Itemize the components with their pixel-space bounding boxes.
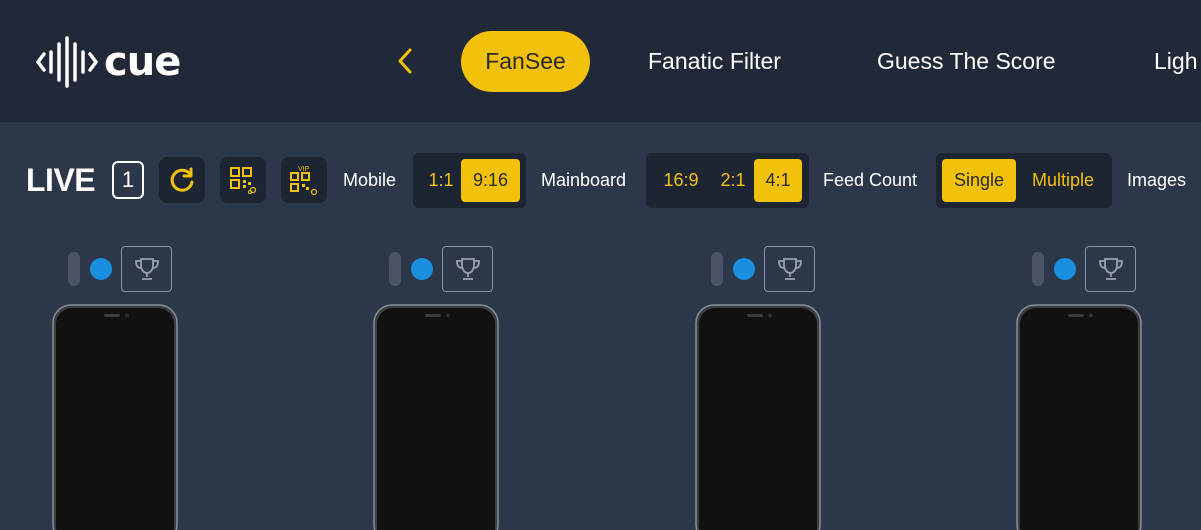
device-preview [1016,246,1201,530]
mobile-ratio-9-16[interactable]: 9:16 [461,159,520,202]
trophy-button[interactable] [764,246,815,292]
nav-back-button[interactable] [390,46,420,76]
feed-count-label: Feed Count [823,170,918,190]
device-toggle[interactable] [1032,252,1044,286]
mobile-label: Mobile [343,170,397,190]
qr-code-button[interactable] [220,157,266,203]
mainboard-ratio-4-1[interactable]: 4:1 [754,159,802,202]
mainboard-ratio-selector: 16:9 2:1 4:1 [646,153,809,208]
live-label: LIVE [26,162,96,198]
device-toggle[interactable] [389,252,401,286]
feed-count-multiple[interactable]: Multiple [1020,159,1106,202]
device-preview [52,246,248,530]
phone-screen [1016,304,1142,530]
qr-code-icon [230,167,257,194]
refresh-button[interactable] [159,157,205,203]
images-label: Images [1127,170,1187,190]
tab-guess-the-score[interactable]: Guess The Score [877,31,1056,92]
trophy-icon [134,258,159,280]
phone-screen [52,304,178,530]
vip-qr-code-button[interactable]: VIP [281,157,327,203]
brand-name: cue [104,39,181,85]
refresh-icon [170,167,194,192]
tab-light[interactable]: Ligh [1154,31,1197,92]
status-dot-icon [411,258,433,280]
control-toolbar: LIVE 1 VIP Mobile 1:1 9:16 Mainboard 16:… [0,152,1201,210]
device-toggle[interactable] [711,252,723,286]
mobile-ratio-selector: 1:1 9:16 [413,153,526,208]
device-preview [373,246,569,530]
device-preview [695,246,891,530]
trophy-icon [455,258,480,280]
mainboard-label: Mainboard [541,170,627,190]
tab-fanatic-filter[interactable]: Fanatic Filter [648,31,781,92]
status-dot-icon [90,258,112,280]
cue-logo-icon [36,36,98,88]
trophy-button[interactable] [121,246,172,292]
tab-fansee[interactable]: FanSee [461,31,590,92]
phone-screen [373,304,499,530]
live-count-badge: 1 [112,161,144,199]
mainboard-ratio-16-9[interactable]: 16:9 [654,159,708,202]
status-dot-icon [1054,258,1076,280]
svg-text:VIP: VIP [298,166,310,173]
mobile-ratio-1-1[interactable]: 1:1 [419,159,463,202]
trophy-icon [777,258,802,280]
trophy-button[interactable] [442,246,493,292]
top-header: cue FanSee Fanatic Filter Guess The Scor… [0,0,1201,122]
trophy-button[interactable] [1085,246,1136,292]
vip-qr-code-icon: VIP [290,166,318,196]
mainboard-ratio-2-1[interactable]: 2:1 [712,159,754,202]
feed-count-selector: Single Multiple [936,153,1112,208]
device-toggle[interactable] [68,252,80,286]
status-dot-icon [733,258,755,280]
trophy-icon [1098,258,1123,280]
brand-logo[interactable]: cue [36,36,181,88]
chevron-left-icon [398,48,412,74]
feed-count-single[interactable]: Single [942,159,1016,202]
phone-screen [695,304,821,530]
